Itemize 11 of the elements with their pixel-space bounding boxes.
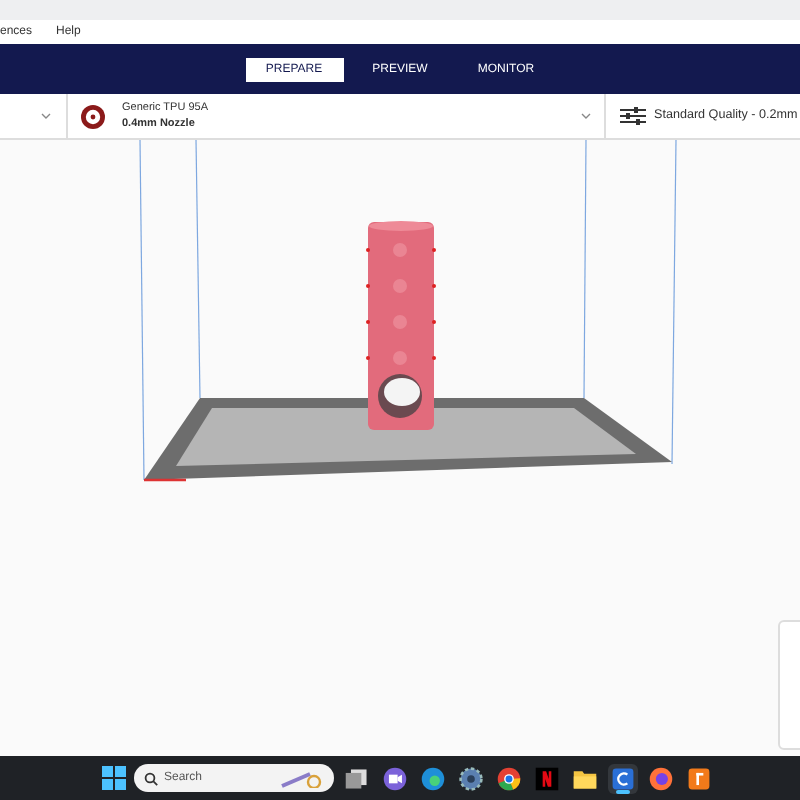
task-view-icon[interactable] [342,763,372,793]
search-icon [144,771,158,785]
app-icon[interactable] [684,763,714,793]
sliders-icon [620,106,646,126]
gear-icon[interactable] [456,763,486,793]
caret-icon [40,112,52,120]
telescope-icon [280,769,324,787]
chat-icon[interactable] [380,763,410,793]
caret-icon [580,112,592,120]
spool-icon [80,103,106,129]
windows-icon[interactable] [102,766,126,790]
